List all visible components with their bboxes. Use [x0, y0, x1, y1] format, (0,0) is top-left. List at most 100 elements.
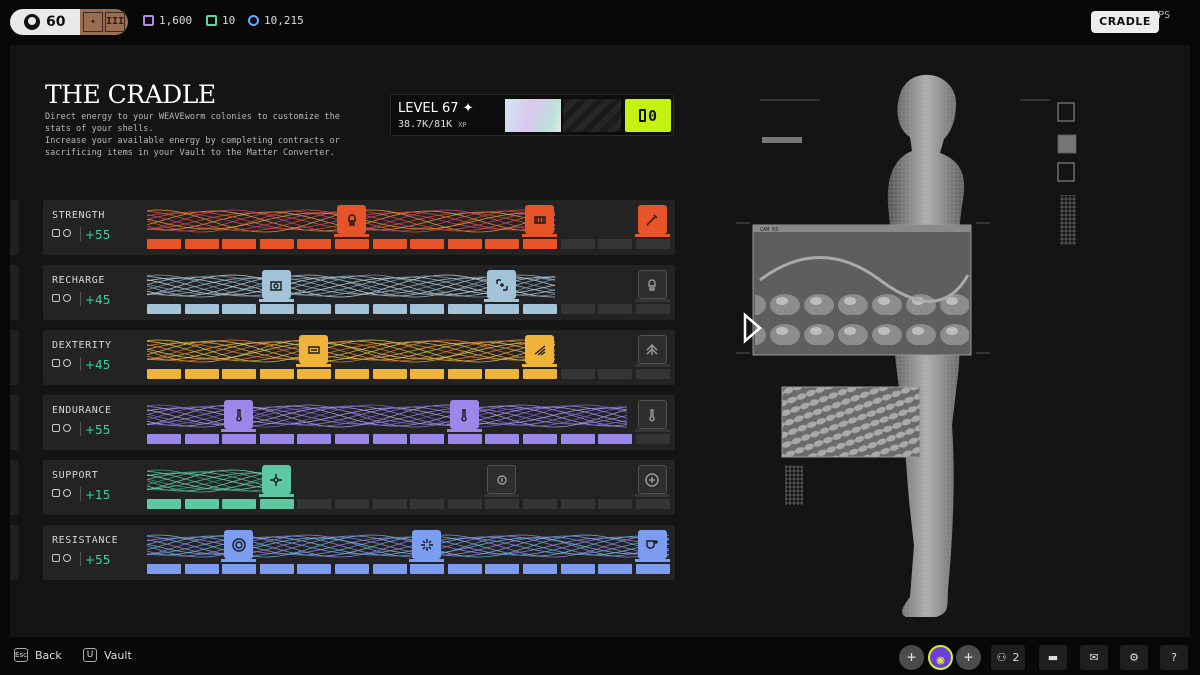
stat-segment[interactable] [598, 304, 633, 314]
stat-segment[interactable] [297, 304, 332, 314]
stat-segment[interactable] [335, 369, 369, 379]
stat-segment[interactable] [259, 434, 294, 444]
stat-segment[interactable] [485, 239, 520, 249]
stat-segment[interactable] [447, 564, 482, 574]
stat-segment[interactable] [147, 499, 181, 509]
stat-perk-node[interactable] [412, 530, 442, 559]
stat-segment[interactable] [560, 564, 595, 574]
stat-perk-node[interactable] [449, 400, 479, 429]
stat-segment[interactable] [372, 369, 407, 379]
stat-segment[interactable] [523, 369, 557, 379]
stat-segment[interactable] [297, 369, 332, 379]
stat-segment[interactable] [598, 434, 633, 444]
stat-segment[interactable] [635, 369, 670, 379]
stat-segment[interactable] [297, 434, 332, 444]
stat-segment[interactable] [598, 369, 633, 379]
stat-segment[interactable] [447, 434, 482, 444]
stat-segment[interactable] [447, 369, 482, 379]
stat-perk-node[interactable] [224, 400, 254, 429]
stat-segment[interactable] [259, 304, 294, 314]
stat-segment[interactable] [523, 564, 557, 574]
squad-slot-right[interactable]: + [956, 645, 981, 670]
stat-segment[interactable] [335, 434, 369, 444]
stat-segment[interactable] [184, 564, 219, 574]
help-button[interactable]: ? [1160, 645, 1188, 670]
stat-segment[interactable] [222, 564, 257, 574]
vault-button[interactable]: U Vault [83, 648, 132, 662]
stat-segment[interactable] [335, 499, 369, 509]
player-avatar[interactable]: ◉ [928, 645, 953, 670]
stat-segment[interactable] [635, 239, 670, 249]
cradle-mode-button[interactable]: CRADLE [1091, 11, 1159, 33]
stat-row-recharge[interactable]: RECHARGE +45 [43, 265, 675, 320]
stat-segment[interactable] [447, 499, 482, 509]
chat-button[interactable]: ▬ [1039, 645, 1067, 670]
stat-perk-node[interactable] [637, 205, 667, 234]
stat-perk-node[interactable] [487, 270, 517, 299]
stat-segment[interactable] [184, 499, 219, 509]
stat-segment[interactable] [410, 239, 445, 249]
stat-segment[interactable] [523, 434, 557, 444]
stat-perk-node[interactable] [224, 530, 254, 559]
stat-segment[interactable] [523, 239, 557, 249]
faction-badge[interactable]: ✦ III [80, 9, 128, 35]
stat-segment[interactable] [560, 239, 595, 249]
stat-segment[interactable] [147, 239, 181, 249]
stat-perk-node[interactable] [637, 465, 667, 494]
stat-segment[interactable] [184, 304, 219, 314]
stat-segment[interactable] [222, 499, 257, 509]
stat-segment[interactable] [447, 239, 482, 249]
stat-segment[interactable] [635, 499, 670, 509]
stat-perk-node[interactable] [261, 270, 291, 299]
stat-segment[interactable] [410, 499, 445, 509]
stat-segment[interactable] [222, 304, 257, 314]
stat-perk-node[interactable] [261, 465, 291, 494]
stat-segment[interactable] [635, 434, 670, 444]
stat-segment[interactable] [598, 499, 633, 509]
stat-row-support[interactable]: SUPPORT +15 [43, 460, 675, 515]
stat-segment[interactable] [335, 564, 369, 574]
stat-segment[interactable] [222, 434, 257, 444]
stat-segment[interactable] [635, 564, 670, 574]
stat-segment[interactable] [222, 239, 257, 249]
stat-row-endurance[interactable]: ENDURANCE +55 [43, 395, 675, 450]
stat-segment[interactable] [184, 239, 219, 249]
stat-segment[interactable] [259, 239, 294, 249]
stat-segment[interactable] [485, 564, 520, 574]
stat-segment[interactable] [598, 564, 633, 574]
stat-perk-node[interactable] [525, 205, 554, 234]
stat-segment[interactable] [335, 304, 369, 314]
stat-segment[interactable] [410, 434, 445, 444]
stat-segment[interactable] [222, 369, 257, 379]
stat-perk-node[interactable] [487, 465, 517, 494]
stat-segment[interactable] [485, 369, 520, 379]
stat-segment[interactable] [147, 434, 181, 444]
stat-segment[interactable] [372, 499, 407, 509]
stat-segment[interactable] [635, 304, 670, 314]
stat-segment[interactable] [560, 369, 595, 379]
stat-segment[interactable] [410, 564, 445, 574]
stat-segment[interactable] [297, 499, 332, 509]
stat-perk-node[interactable] [637, 335, 667, 364]
stat-segment[interactable] [410, 369, 445, 379]
stat-perk-node[interactable] [299, 335, 329, 364]
stat-segment[interactable] [184, 369, 219, 379]
stat-segment[interactable] [372, 304, 407, 314]
stat-segment[interactable] [410, 304, 445, 314]
squad-button[interactable]: ⚇ 2 [991, 645, 1025, 670]
squad-slot-left[interactable]: + [899, 645, 924, 670]
stat-segment[interactable] [335, 239, 369, 249]
stat-segment[interactable] [560, 434, 595, 444]
stat-segment[interactable] [147, 564, 181, 574]
stat-segment[interactable] [560, 304, 595, 314]
stat-perk-node[interactable] [637, 270, 667, 299]
settings-button[interactable]: ⚙ [1120, 645, 1148, 670]
stat-segment[interactable] [523, 499, 557, 509]
stat-segment[interactable] [297, 564, 332, 574]
stat-perk-node[interactable] [337, 205, 366, 234]
stat-segment[interactable] [560, 499, 595, 509]
stat-segment[interactable] [259, 369, 294, 379]
stat-segment[interactable] [372, 239, 407, 249]
stat-segment[interactable] [147, 304, 181, 314]
player-level-badge[interactable]: 60 [10, 9, 80, 35]
